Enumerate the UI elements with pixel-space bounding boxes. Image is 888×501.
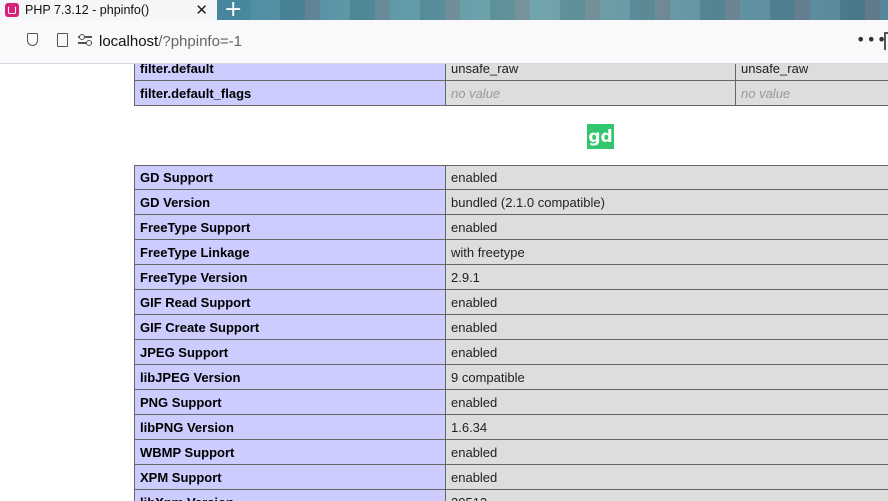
local-value: no value [445, 81, 736, 106]
directive-name: WBMP Support [134, 440, 446, 465]
master-value: unsafe_raw [735, 64, 888, 81]
directive-value: 2.9.1 [445, 265, 888, 290]
new-tab-button[interactable]: + [224, 0, 242, 20]
directive-value: enabled [445, 440, 888, 465]
directive-name: FreeType Version [134, 265, 446, 290]
navigation-bar: localhost/?phpinfo=-1 ••• [0, 20, 888, 64]
directive-name: XPM Support [134, 465, 446, 490]
tracking-protection-shield-icon[interactable] [27, 33, 38, 46]
directive-name: filter.default [134, 64, 446, 81]
page-actions-menu-icon[interactable]: ••• [856, 30, 887, 49]
gd-section-heading[interactable]: gd [587, 124, 614, 149]
address-field[interactable]: localhost/?phpinfo=-1 [99, 33, 242, 50]
directive-value: enabled [445, 165, 888, 190]
tab-strip: PHP 7.3.12 - phpinfo() ✕ + [0, 0, 888, 20]
directive-name: libXpm Version [134, 490, 446, 501]
directive-value: enabled [445, 315, 888, 340]
local-value: unsafe_raw [445, 64, 736, 81]
browser-tab[interactable]: PHP 7.3.12 - phpinfo() ✕ [0, 0, 217, 20]
directive-value: with freetype [445, 240, 888, 265]
directive-name: libJPEG Version [134, 365, 446, 390]
directive-value: enabled [445, 215, 888, 240]
tab-title: PHP 7.3.12 - phpinfo() [25, 3, 150, 17]
master-value: no value [735, 81, 888, 106]
permissions-icon[interactable] [78, 33, 92, 47]
directive-name: GD Support [134, 165, 446, 190]
directive-value: enabled [445, 340, 888, 365]
directive-value: enabled [445, 390, 888, 415]
toolbar-edge-icon[interactable] [884, 32, 888, 50]
directive-name: GD Version [134, 190, 446, 215]
directive-value: 1.6.34 [445, 415, 888, 440]
directive-name: filter.default_flags [134, 81, 446, 106]
directive-name: GIF Create Support [134, 315, 446, 340]
window-background [250, 0, 888, 20]
php-favicon-icon [5, 3, 19, 17]
directive-name: JPEG Support [134, 340, 446, 365]
directive-name: PNG Support [134, 390, 446, 415]
directive-value: 30512 [445, 490, 888, 501]
directive-value: bundled (2.1.0 compatible) [445, 190, 888, 215]
close-tab-icon[interactable]: ✕ [195, 1, 208, 19]
directive-name: libPNG Version [134, 415, 446, 440]
directive-name: FreeType Linkage [134, 240, 446, 265]
directive-name: GIF Read Support [134, 290, 446, 315]
directive-value: 9 compatible [445, 365, 888, 390]
phpinfo-page: filter.default unsafe_raw unsafe_raw fil… [0, 64, 888, 501]
url-host: localhost [99, 33, 159, 50]
directive-value: enabled [445, 465, 888, 490]
url-path: /?phpinfo=-1 [158, 33, 243, 50]
page-info-icon[interactable] [57, 33, 68, 47]
directive-name: FreeType Support [134, 215, 446, 240]
directive-value: enabled [445, 290, 888, 315]
